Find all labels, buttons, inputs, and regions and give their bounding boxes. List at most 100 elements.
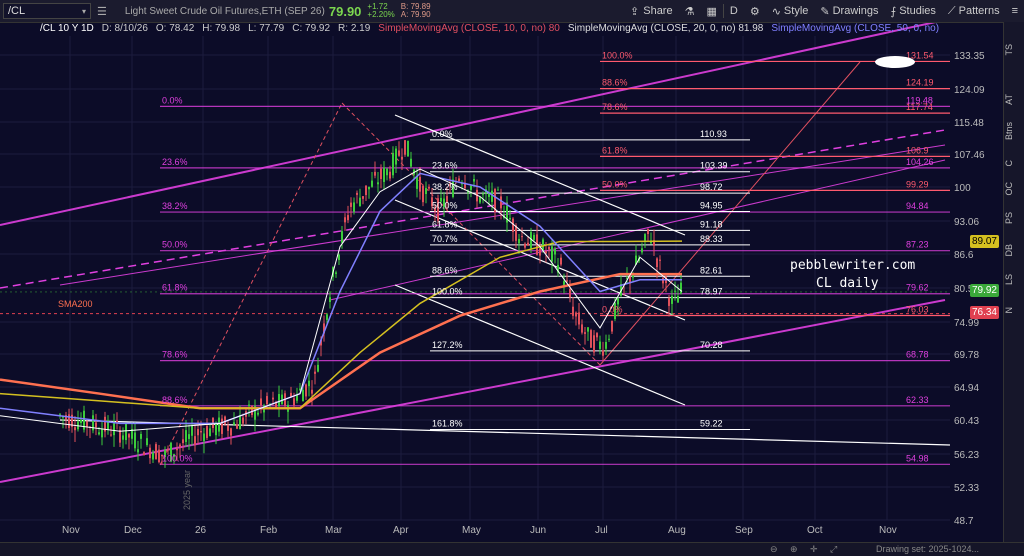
gear-icon: ⚙ — [749, 5, 760, 18]
sidebar-tab-ls[interactable]: LS — [1004, 274, 1024, 285]
fib-white-price: 94.95 — [700, 200, 723, 210]
style-button[interactable]: ∿ Style — [766, 5, 815, 18]
sidebar-tab-ps[interactable]: PS — [1004, 212, 1024, 224]
fib-upper-price: 106.9 — [906, 145, 929, 155]
share-icon: ⇪ — [630, 5, 640, 18]
fib-white-label: 38.2% — [432, 182, 458, 192]
fib-white-label: 70.7% — [432, 234, 458, 244]
drawings-button[interactable]: ✎ Drawings — [814, 5, 884, 18]
sidebar-tab-oc[interactable]: OC — [1004, 182, 1024, 196]
fib-left-label: 78.6% — [162, 350, 188, 360]
fib-upper-label: 100.0% — [602, 50, 633, 60]
crosshair-icon[interactable]: ✛ — [810, 544, 818, 555]
candle-body — [110, 434, 112, 436]
sidebar-tab-n[interactable]: N — [1004, 307, 1024, 314]
zoom-in-icon[interactable]: ⊕ — [790, 544, 798, 555]
y-tick-label: 93.06 — [954, 217, 979, 228]
candle-body — [569, 289, 571, 298]
candle-body — [368, 186, 370, 190]
candle-body — [458, 178, 460, 181]
fib-upper-price: 117.74 — [906, 102, 933, 112]
x-tick-label: Oct — [807, 525, 823, 536]
chevron-down-icon: ▾ — [81, 6, 86, 16]
fib-left-label: 61.8% — [162, 283, 188, 293]
candle-body — [134, 432, 136, 449]
candle-body — [224, 416, 226, 425]
candle-body — [674, 290, 676, 292]
candle-body — [668, 298, 670, 306]
info-sma20: SimpleMovingAvg (CLOSE, 20, 0, no) 81.98 — [568, 23, 763, 36]
candle-body — [335, 272, 337, 274]
candle-body — [647, 228, 649, 235]
candle-body — [209, 428, 211, 437]
watermark: pebblewriter.com CL daily — [790, 257, 915, 293]
x-axis: Nov Dec 26 Feb Mar Apr May Jun Jul Aug Sep Oct Nov — [62, 525, 897, 536]
candle-body — [383, 167, 385, 182]
list-icon[interactable]: ☰ — [97, 5, 107, 18]
gear-button[interactable]: ⚙ — [744, 5, 766, 18]
zoom-out-icon[interactable]: ⊖ — [770, 544, 778, 555]
info-low: L: 77.79 — [248, 23, 285, 34]
candle-body — [74, 427, 76, 431]
flask-button[interactable]: ⚗ — [679, 5, 701, 18]
candle-body — [167, 448, 169, 451]
candle-body — [374, 171, 376, 176]
candle-body — [473, 179, 475, 182]
candle-body — [524, 243, 526, 248]
fib-white-price: 103.39 — [700, 161, 728, 171]
candle-body — [662, 277, 664, 284]
sma200-label: SMA200 — [58, 299, 93, 309]
sidebar-tab-ts[interactable]: TS — [1004, 44, 1024, 56]
fib-white-price: 78.97 — [700, 287, 723, 297]
candle-body — [281, 394, 283, 404]
candle-body — [215, 423, 217, 436]
candle-body — [146, 438, 148, 446]
candle-body — [572, 306, 574, 316]
style-icon: ∿ — [771, 5, 781, 18]
candle-body — [389, 171, 391, 179]
info-sma10: SimpleMovingAvg (CLOSE, 10, 0, no) 80 — [378, 23, 560, 36]
y-tick-label: 86.6 — [954, 250, 974, 261]
sidebar-tab-btns[interactable]: Btns — [1004, 122, 1024, 140]
fib-upper-label: 50.0% — [602, 179, 628, 189]
sidebar-tab-db[interactable]: DB — [1004, 244, 1024, 257]
candle-body — [404, 140, 406, 155]
candle-body — [194, 436, 196, 445]
candle-body — [197, 429, 199, 436]
patterns-label: Patterns — [958, 5, 1000, 17]
sidebar-tab-at[interactable]: AT — [1004, 94, 1024, 105]
candle-body — [611, 320, 613, 332]
calendar-button[interactable]: ▦ — [700, 5, 722, 18]
candle-body — [227, 425, 229, 431]
share-button[interactable]: ⇪ Share — [624, 5, 679, 18]
bottom-bar: ⊖ ⊕ ✛ ⤢ Drawing set: 2025-1024... — [0, 542, 1024, 556]
patterns-button[interactable]: ⟋ Patterns — [942, 5, 1006, 18]
y-tick-label: 100 — [954, 183, 971, 194]
fib-white-price: 70.28 — [700, 340, 723, 350]
x-tick-label: Sep — [735, 525, 753, 536]
fib-white-price: 88.33 — [700, 234, 723, 244]
flask-icon: ⚗ — [684, 5, 695, 18]
candle-body — [182, 439, 184, 444]
sidebar-tab-c[interactable]: C — [1004, 160, 1024, 167]
symbol-input[interactable]: /CL ▾ — [3, 3, 91, 19]
fib-left-price: 68.78 — [906, 350, 929, 360]
expand-icon[interactable]: ⤢ — [830, 544, 837, 555]
y-tick-label: 74.99 — [954, 318, 979, 329]
candle-body — [329, 297, 331, 303]
fib-upper-label: 88.6% — [602, 78, 628, 88]
interval-button[interactable]: D — [724, 5, 744, 17]
x-tick-label: Nov — [879, 525, 897, 536]
candle-body — [599, 341, 601, 349]
fib-left-label: 88.6% — [162, 395, 188, 405]
menu-button[interactable]: ≡ — [1006, 5, 1024, 17]
candle-body — [539, 248, 541, 256]
fib-upper-price: 124.19 — [906, 78, 934, 88]
candle-body — [356, 192, 358, 195]
candle-body — [86, 421, 88, 427]
price-tag-sma50: 89.07 — [969, 235, 999, 248]
candle-body — [278, 393, 280, 407]
x-tick-label: Jul — [595, 525, 608, 536]
fib-white-label: 50.0% — [432, 200, 458, 210]
studies-button[interactable]: ⨍ Studies — [884, 5, 941, 18]
